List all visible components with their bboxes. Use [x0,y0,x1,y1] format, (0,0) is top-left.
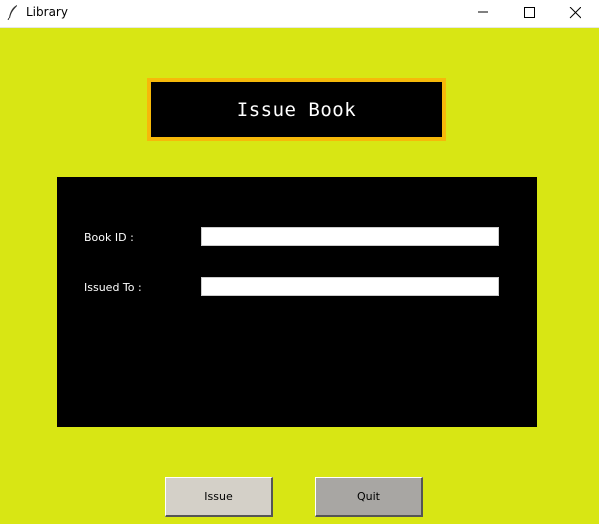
issued-to-label: Issued To : [84,281,142,294]
feather-icon [7,5,17,20]
form-panel: Book ID : Issued To : [57,177,537,427]
issue-button[interactable]: Issue [165,477,273,517]
maximize-button[interactable] [506,0,552,27]
page-title: Issue Book [236,98,357,121]
minimize-button[interactable] [460,0,506,27]
book-id-input[interactable] [201,227,499,246]
minimize-icon [478,11,488,13]
title-bar[interactable]: Library [0,0,599,28]
window-title: Library [26,5,68,19]
book-id-label: Book ID : [84,231,134,244]
quit-button[interactable]: Quit [315,477,423,517]
close-icon [569,7,581,19]
heading-frame: Issue Book [147,78,446,141]
close-button[interactable] [552,0,598,27]
heading-label-box: Issue Book [151,82,442,137]
app-window: Library Issue Book Book ID : Issued To : [0,0,599,524]
issued-to-input[interactable] [201,277,499,296]
maximize-icon [524,7,535,18]
